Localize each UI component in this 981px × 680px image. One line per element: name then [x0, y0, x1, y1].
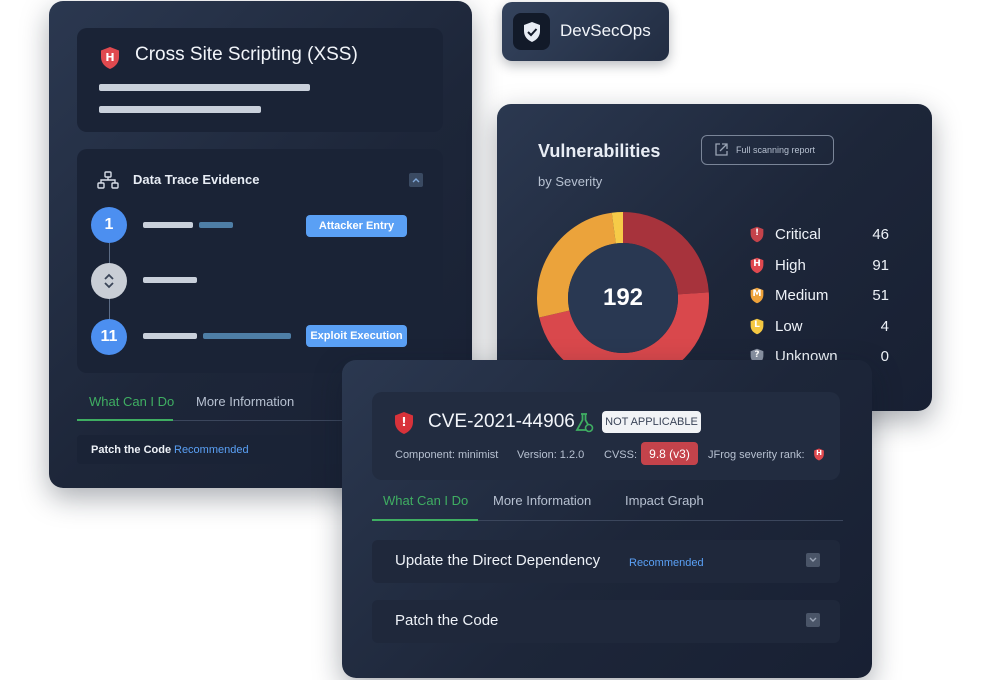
not-applicable-badge: NOT APPLICABLE: [602, 411, 701, 433]
badge-label: DevSecOps: [560, 21, 651, 40]
component-label: Component: minimist: [395, 449, 499, 461]
trace-step-11[interactable]: 11: [91, 319, 127, 355]
version-label: Version: 1.2.0: [517, 449, 585, 461]
severity-donut-chart: 192: [537, 212, 709, 384]
chevron-down-icon[interactable]: [806, 613, 820, 627]
legend-row-medium: M Medium 51: [749, 286, 889, 306]
trace-title: Data Trace Evidence: [133, 172, 260, 187]
critical-shield-icon: !: [393, 411, 415, 435]
jfrog-rank-label: JFrog severity rank:: [708, 449, 805, 461]
issue-title: Cross Site Scripting (XSS): [135, 44, 358, 65]
legend-label: Medium: [775, 287, 829, 304]
data-trace-panel: Data Trace Evidence 1 Attacker Entry 11 …: [77, 149, 443, 373]
tab-impact-graph[interactable]: Impact Graph: [625, 493, 704, 508]
action-label: Patch the Code: [395, 612, 499, 629]
attacker-entry-tag: Attacker Entry: [306, 215, 407, 237]
active-tab-indicator: [77, 419, 173, 421]
recommended-tag: Recommended: [174, 444, 249, 456]
legend-value: 91: [872, 257, 889, 274]
critical-shield-icon: !: [749, 226, 765, 243]
legend-row-high: H High 91: [749, 256, 889, 276]
tab-more-information[interactable]: More Information: [196, 394, 294, 409]
vulnerabilities-title: Vulnerabilities: [538, 141, 661, 161]
applicability-flask-icon: [574, 412, 594, 439]
total-count-label: 192: [603, 284, 643, 311]
devsecops-badge: DevSecOps: [502, 2, 669, 61]
trace-placeholder-line: [199, 222, 233, 228]
legend-label: High: [775, 257, 806, 274]
high-severity-shield-icon: H: [813, 448, 825, 461]
full-scanning-report-button[interactable]: Full scanning report: [701, 135, 834, 165]
shield-check-icon: [513, 13, 550, 50]
action-patch-the-code[interactable]: Patch the Code: [372, 600, 840, 643]
legend-row-critical: ! Critical 46: [749, 225, 889, 245]
tab-what-can-i-do[interactable]: What Can I Do: [383, 493, 468, 508]
xss-header-panel: H Cross Site Scripting (XSS): [77, 28, 443, 132]
action-update-direct-dependency[interactable]: Update the Direct Dependency Recommended: [372, 540, 840, 583]
legend-value: 4: [880, 318, 889, 335]
tab-more-information[interactable]: More Information: [493, 493, 591, 508]
high-severity-shield-icon: H: [99, 46, 121, 70]
legend-value: 0: [880, 348, 889, 365]
expand-steps-button[interactable]: [91, 263, 127, 299]
legend-value: 46: [872, 226, 889, 243]
active-tab-indicator: [372, 519, 478, 521]
description-placeholder-line: [99, 84, 310, 91]
cvss-label: CVSS:: [604, 449, 638, 461]
tab-divider: [478, 520, 843, 521]
cvss-score-badge: 9.8 (v3): [641, 442, 698, 465]
cve-tab-bar: What Can I Do More Information Impact Gr…: [372, 490, 843, 524]
legend-value: 51: [872, 287, 889, 304]
cve-id: CVE-2021-44906: [428, 411, 575, 432]
expand-chevrons-icon: [104, 273, 114, 289]
recommended-tag: Recommended: [629, 557, 704, 569]
description-placeholder-line: [99, 106, 261, 113]
high-shield-icon: H: [749, 257, 765, 274]
chevron-up-icon: [412, 178, 420, 183]
cve-detail-card: ! CVE-2021-44906 NOT APPLICABLE Componen…: [342, 360, 872, 678]
action-label: Patch the Code: [91, 444, 172, 456]
vulnerabilities-subtitle: by Severity: [538, 174, 603, 189]
chevron-down-icon[interactable]: [806, 553, 820, 567]
exploit-execution-tag: Exploit Execution: [306, 325, 407, 347]
tab-what-can-i-do[interactable]: What Can I Do: [89, 394, 174, 409]
trace-placeholder-line: [143, 277, 197, 283]
action-label: Update the Direct Dependency: [395, 552, 601, 569]
legend-label: Low: [775, 318, 803, 335]
legend-row-low: L Low 4: [749, 317, 889, 337]
cve-header-panel: ! CVE-2021-44906 NOT APPLICABLE Componen…: [372, 392, 840, 480]
external-link-icon: [715, 143, 728, 156]
medium-shield-icon: M: [749, 287, 765, 304]
trace-step-1[interactable]: 1: [91, 207, 127, 243]
legend-label: Critical: [775, 226, 821, 243]
trace-placeholder-line: [143, 222, 193, 228]
trace-placeholder-line: [203, 333, 291, 339]
trace-placeholder-line: [143, 333, 197, 339]
report-button-label: Full scanning report: [736, 145, 816, 155]
collapse-button[interactable]: [409, 173, 423, 187]
low-shield-icon: L: [749, 318, 765, 335]
hierarchy-icon: [97, 171, 119, 194]
